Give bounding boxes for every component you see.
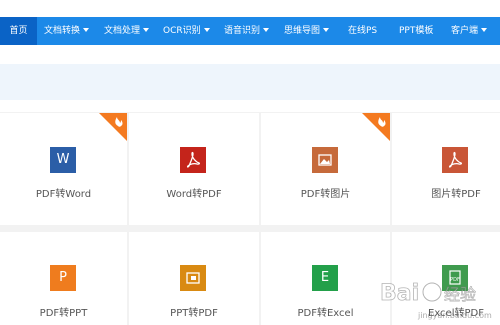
word-icon: W (50, 147, 76, 173)
nav-item-doc-convert[interactable]: 文档转换 (44, 17, 90, 45)
nav-item-label: 文档转换 (44, 26, 81, 36)
tool-label: PPT转PDF (170, 308, 218, 319)
tool-card-image-to-pdf[interactable]: 图片转PDF (392, 113, 500, 225)
chevron-down-icon (263, 27, 270, 32)
tool-card-pdf-to-word[interactable]: W PDF转Word (0, 113, 127, 225)
tool-label: PDF转Word (35, 189, 92, 200)
nav-item-ppt-templates[interactable]: PPT模板 (399, 17, 433, 45)
slides-icon (180, 265, 206, 291)
pdf-icon (442, 147, 468, 173)
tool-label: PDF转PPT (39, 308, 88, 319)
nav-item-label: 语音识别 (224, 26, 261, 36)
nav-item-label: 文档处理 (104, 26, 141, 36)
tool-card-pdf-to-ppt[interactable]: P PDF转PPT (0, 232, 127, 325)
nav-item-label: 客户端 (451, 26, 479, 36)
watermark-logo: Bai 经验 jingyan.baidu.com (380, 281, 492, 320)
nav-item-doc-process[interactable]: 文档处理 (104, 17, 150, 45)
tool-card-pdf-to-excel[interactable]: E PDF转Excel (261, 232, 390, 325)
tool-card-ppt-to-pdf[interactable]: PPT转PDF (129, 232, 259, 325)
nav-item-client[interactable]: 客户端 (451, 17, 488, 45)
nav-item-home[interactable]: 首页 (0, 17, 37, 45)
nav-item-speech[interactable]: 语音识别 (224, 17, 270, 45)
chevron-down-icon (323, 27, 330, 32)
nav-item-ocr[interactable]: OCR识别 (163, 17, 210, 45)
svg-text:经验: 经验 (444, 285, 476, 304)
chevron-down-icon (481, 27, 488, 32)
top-strip (0, 0, 500, 17)
tool-label: 图片转PDF (431, 189, 481, 200)
nav-item-label: OCR识别 (163, 26, 201, 36)
pdf-icon (180, 147, 206, 173)
chevron-down-icon (143, 27, 150, 32)
tool-label: PDF转Excel (297, 308, 354, 319)
tool-card-word-to-pdf[interactable]: Word转PDF (129, 113, 259, 225)
tool-label: Word转PDF (166, 189, 222, 200)
hot-badge-icon (99, 113, 127, 141)
hot-badge-icon (362, 113, 390, 141)
tool-card-pdf-to-image[interactable]: PDF转图片 (261, 113, 390, 225)
excel-icon: E (312, 265, 338, 291)
tool-label: PDF转图片 (300, 189, 351, 200)
svg-text:Bai: Bai (380, 281, 419, 306)
nav-item-label: 首页 (9, 26, 28, 36)
nav-item-label: PPT模板 (399, 26, 434, 36)
main-nav: 首页 文档转换 文档处理 OCR识别 语音识别 思维导图 在线PS PPT模板 … (0, 17, 500, 45)
banner-strip (0, 64, 500, 100)
chevron-down-icon (203, 27, 210, 32)
nav-item-label: 思维导图 (284, 26, 321, 36)
nav-item-online-ps[interactable]: 在线PS (348, 17, 377, 45)
nav-item-label: 在线PS (348, 26, 378, 36)
svg-text:jingyan.baidu.com: jingyan.baidu.com (417, 311, 492, 320)
image-icon (312, 147, 338, 173)
chevron-down-icon (83, 27, 90, 32)
nav-item-mindmap[interactable]: 思维导图 (284, 17, 330, 45)
ppt-icon: P (50, 265, 76, 291)
